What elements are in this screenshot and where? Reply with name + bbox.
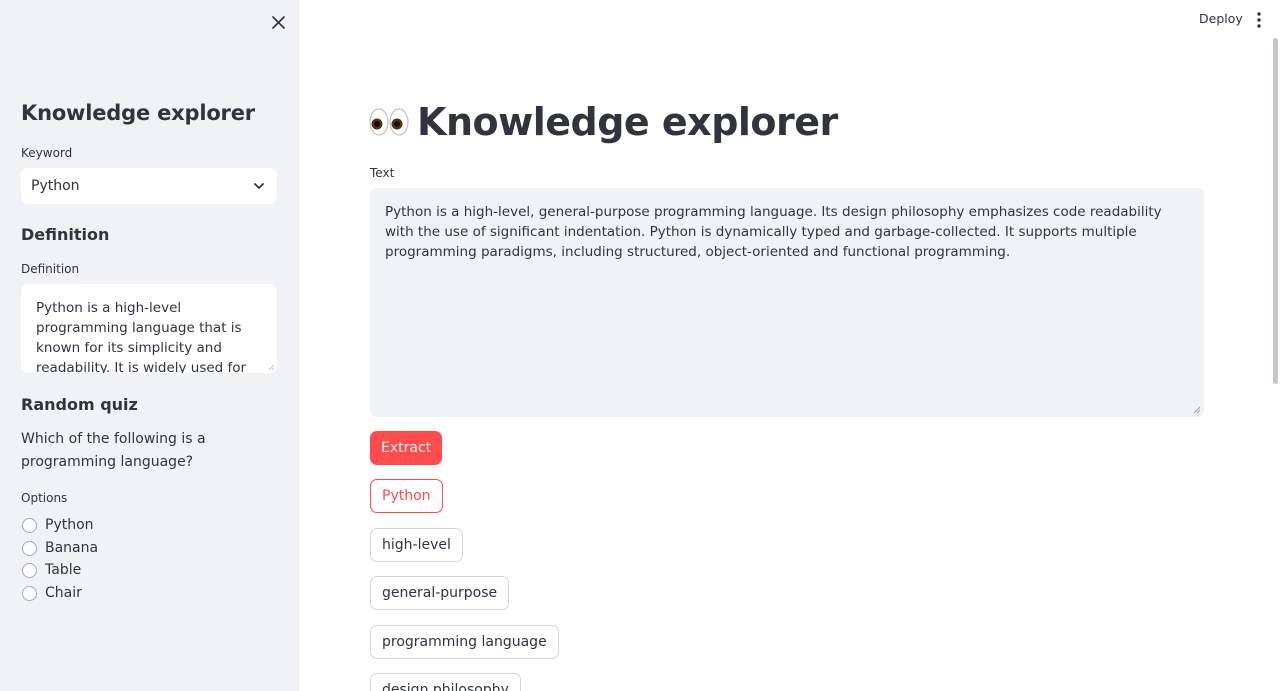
definition-heading: Definition xyxy=(21,225,110,244)
definition-textarea[interactable]: Python is a high-level programming langu… xyxy=(21,284,277,373)
close-icon xyxy=(271,15,285,29)
page-title-text: Knowledge explorer xyxy=(417,100,838,144)
quiz-heading: Random quiz xyxy=(21,395,138,414)
definition-label: Definition xyxy=(21,262,80,276)
chevron-down-icon xyxy=(254,183,264,189)
radio-circle xyxy=(22,562,37,578)
deploy-button[interactable]: Deploy xyxy=(1199,11,1243,26)
scrollbar[interactable] xyxy=(1273,38,1278,384)
option-radio-chair[interactable]: Chair xyxy=(22,583,82,603)
page-title: Knowledge explorer xyxy=(369,100,838,144)
main-content: Deploy Knowledge explorer Text Python is… xyxy=(299,0,1280,691)
radio-circle xyxy=(22,517,37,533)
eyes-icon xyxy=(369,107,409,137)
more-options-icon[interactable] xyxy=(1251,11,1267,29)
option-radio-python[interactable]: Python xyxy=(22,515,94,535)
keyword-select-value: Python xyxy=(31,178,80,194)
keyword-label: Keyword xyxy=(21,146,73,160)
option-label: Python xyxy=(45,517,94,533)
keyword-select[interactable]: Python xyxy=(21,168,277,204)
options-label: Options xyxy=(21,491,68,505)
quiz-question: Which of the following is a programming … xyxy=(21,431,206,470)
resize-handle-icon[interactable] xyxy=(1193,406,1201,414)
resize-handle-icon[interactable] xyxy=(268,364,275,371)
app-root: Knowledge explorer Keyword Python Defini… xyxy=(0,0,1280,691)
radio-circle xyxy=(22,540,37,556)
definition-text: Python is a high-level programming langu… xyxy=(36,300,247,373)
text-input-area[interactable]: Python is a high-level, general-purpose … xyxy=(370,188,1204,417)
keyword-button-python[interactable]: Python xyxy=(370,479,443,513)
option-radio-table[interactable]: Table xyxy=(22,560,81,580)
option-label: Banana xyxy=(45,540,99,556)
radio-circle xyxy=(22,585,37,601)
extract-button[interactable]: Extract xyxy=(370,431,443,465)
close-sidebar-button[interactable] xyxy=(268,12,288,32)
keyword-button-high-level[interactable]: high-level xyxy=(370,528,463,562)
text-label: Text xyxy=(370,166,395,180)
keyword-button-design-philosophy[interactable]: design philosophy xyxy=(370,673,521,691)
option-label: Chair xyxy=(45,585,82,601)
text-input-value: Python is a high-level, general-purpose … xyxy=(385,204,1162,260)
option-radio-banana[interactable]: Banana xyxy=(22,538,98,558)
option-label: Table xyxy=(45,562,82,578)
keyword-button-programming-language[interactable]: programming language xyxy=(370,625,559,659)
sidebar-title: Knowledge explorer xyxy=(21,101,255,125)
keyword-button-general-purpose[interactable]: general-purpose xyxy=(370,576,510,610)
sidebar: Knowledge explorer Keyword Python Defini… xyxy=(0,0,299,691)
